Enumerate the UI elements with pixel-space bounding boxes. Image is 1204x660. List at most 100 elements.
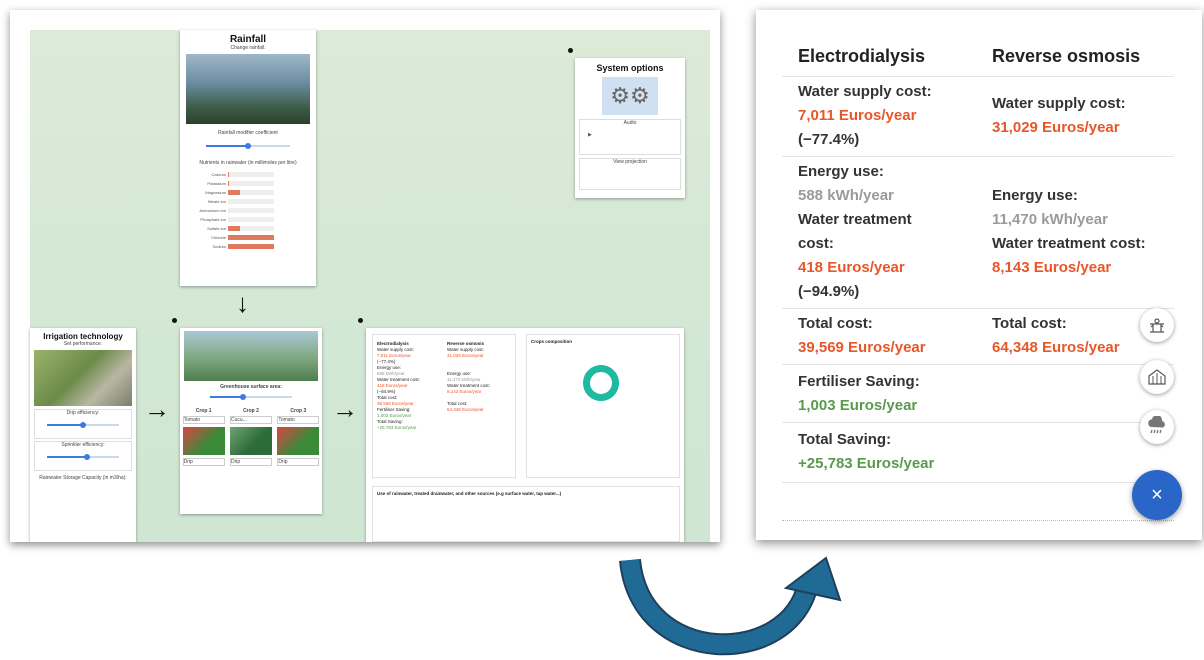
nutrient-bar-track (228, 181, 274, 186)
total-saving-row: Total Saving: +25,783 Euros/year (782, 422, 1174, 483)
crop-2-method[interactable]: Drip (229, 458, 272, 466)
crop-2-column[interactable]: Crop 2 Cucu... Drip (229, 408, 272, 466)
system-options-panel[interactable]: System options ⚙⚙ Audio ▶ View projectio… (575, 58, 685, 198)
energy-treatment-row: Energy use: 588 kWh/year Water treatment… (782, 156, 1174, 309)
nutrient-label: Phosphate ion (200, 217, 226, 222)
gears-icon: ⚙⚙ (602, 77, 658, 115)
ed-water-treatment-value: 418 Euros/year (798, 259, 905, 276)
greenhouse-surface-slider[interactable] (210, 394, 292, 400)
nutrient-bar (228, 235, 274, 240)
nutrient-bar-track (228, 226, 274, 231)
greenhouse-panel[interactable]: Greenhouse surface area: Crop 1 Tomato D… (180, 328, 322, 514)
nutrient-label: Chloride (211, 235, 226, 240)
storage-capacity-label: Rainwater Storage Capacity (in m3/ha): (39, 475, 127, 481)
dotted-divider (782, 520, 1174, 521)
system-options-title: System options (596, 63, 664, 73)
crop-1-method[interactable]: Drip (182, 458, 225, 466)
nutrient-label: Ammonium ion (199, 208, 226, 213)
fertiliser-row: Fertiliser Saving: 1,003 Euros/year (782, 364, 1174, 423)
ro-water-supply-label: Water supply cost: (992, 95, 1126, 112)
total-saving-label: Total Saving: (798, 431, 892, 448)
nutrient-bar-track (228, 244, 274, 249)
crop-3-column[interactable]: Crop 3 Tomato Drip (277, 408, 320, 466)
crop-columns: Crop 1 Tomato Drip Crop 2 Cucu... Drip C… (180, 408, 322, 466)
irrigation-panel[interactable]: Irrigation technology Set performance. D… (30, 328, 136, 542)
crop-1-type[interactable]: Tomato (182, 416, 225, 424)
sprinkler-efficiency-box[interactable]: Sprinkler efficiency: (34, 441, 132, 471)
crop-3-image (277, 427, 320, 455)
irrigation-fab-button[interactable] (1140, 308, 1174, 342)
rain-cloud-icon (1148, 416, 1165, 434)
audio-play-icon[interactable]: ▶ (588, 132, 680, 138)
crop-3-type[interactable]: Tomato (277, 416, 320, 424)
irrigation-title: Irrigation technology (43, 332, 123, 341)
irrigation-image (34, 350, 132, 406)
water-use-box: Use of rainwater, treated drainwater, an… (372, 486, 680, 542)
ed-energy-value: 588 kWh/year (798, 187, 894, 204)
nutrient-bar-row: Potassium (184, 179, 316, 188)
nutrient-bar-row: Magnesium (184, 188, 316, 197)
mini-ro-total-cost: 64,348 Euros/year (447, 407, 484, 412)
ed-total-cost-label: Total cost: (798, 315, 873, 332)
crop-1-image (182, 427, 225, 455)
view-projection-box[interactable]: View projection (579, 158, 681, 190)
total-cost-row: Total cost: 39,569 Euros/year Total cost… (782, 308, 1174, 365)
drip-efficiency-slider[interactable] (47, 422, 119, 428)
nutrient-bar-row: Ammonium ion (184, 206, 316, 215)
greenhouse-image (184, 331, 318, 381)
ro-total-cost-value: 64,348 Euros/year (992, 339, 1120, 356)
nutrient-bar-row: Calcium (184, 170, 316, 179)
nutrient-bar-track (228, 217, 274, 222)
nutrient-bar (228, 244, 274, 249)
rainfall-fab-button[interactable] (1140, 410, 1174, 444)
greenhouse-fab-button[interactable] (1140, 360, 1174, 394)
ro-energy-label: Energy use: (992, 187, 1078, 204)
crop-3-label: Crop 3 (290, 408, 307, 414)
rainfall-modifier-slider[interactable] (206, 142, 290, 150)
rainfall-subtitle: Change rainfall. (230, 45, 266, 51)
crop-1-label: Crop 1 (195, 408, 212, 414)
audio-box[interactable]: Audio ▶ (579, 119, 681, 155)
nutrient-bar (228, 172, 230, 177)
ed-water-supply-change: (−77.4%) (798, 131, 860, 148)
view-projection-label: View projection (613, 159, 647, 165)
drip-efficiency-box[interactable]: Drip efficiency: (34, 409, 132, 439)
audio-label: Audio (623, 120, 637, 126)
ro-column-title: Reverse osmosis (992, 46, 1141, 66)
summary-zoom-panel: Electrodialysis Reverse osmosis Water su… (756, 10, 1202, 540)
ed-energy-label: Energy use: (798, 163, 884, 180)
rainfall-panel[interactable]: Rainfall Change rainfall. Rainfall modif… (180, 30, 316, 286)
nutrient-bar-track (228, 235, 274, 240)
ro-water-supply-value: 31,029 Euros/year (992, 119, 1120, 136)
ed-total-cost-value: 39,569 Euros/year (798, 339, 926, 356)
greenhouse-icon (1148, 369, 1166, 385)
dot-marker (568, 48, 573, 53)
nutrient-label: Magnesium (205, 190, 226, 195)
arrow-right-icon: → (144, 394, 170, 424)
ed-water-treatment-change: (−94.9%) (798, 283, 860, 300)
mini-cost-box: Electrodialysis Water supply cost: 7,011… (372, 334, 516, 478)
summary-header-row: Electrodialysis Reverse osmosis (782, 36, 1174, 77)
close-fab-button[interactable]: × (1132, 470, 1182, 520)
close-icon: × (1151, 483, 1163, 506)
nutrients-label: Nutrients in rainwater (in millimoles pe… (199, 160, 297, 166)
sprinkler-efficiency-slider[interactable] (47, 454, 119, 460)
nutrient-bar (228, 190, 240, 195)
ed-water-treatment-label-b: cost: (798, 235, 834, 252)
nutrient-bar-track (228, 199, 274, 204)
nutrient-bar-row: Chloride (184, 233, 316, 242)
nutrient-bar-row: Nitrate ion (184, 197, 316, 206)
ed-water-supply-label: Water supply cost: (798, 83, 932, 100)
ed-water-supply-value: 7,011 Euros/year (798, 107, 917, 124)
crop-1-column[interactable]: Crop 1 Tomato Drip (182, 408, 225, 466)
dot-marker (358, 318, 363, 323)
arrow-right-icon: → (332, 394, 358, 424)
mini-ed-total-saving: +25,783 Euros/year (377, 425, 417, 430)
crop-3-method[interactable]: Drip (277, 458, 320, 466)
rainfall-title: Rainfall (229, 34, 267, 45)
crop-2-type[interactable]: Cucu... (229, 416, 272, 424)
drip-efficiency-label: Drip efficiency: (66, 410, 100, 416)
sprinkler-efficiency-label: Sprinkler efficiency: (61, 442, 105, 448)
fertiliser-saving-value: 1,003 Euros/year (798, 397, 918, 414)
nutrient-label: Sodium (212, 244, 226, 249)
